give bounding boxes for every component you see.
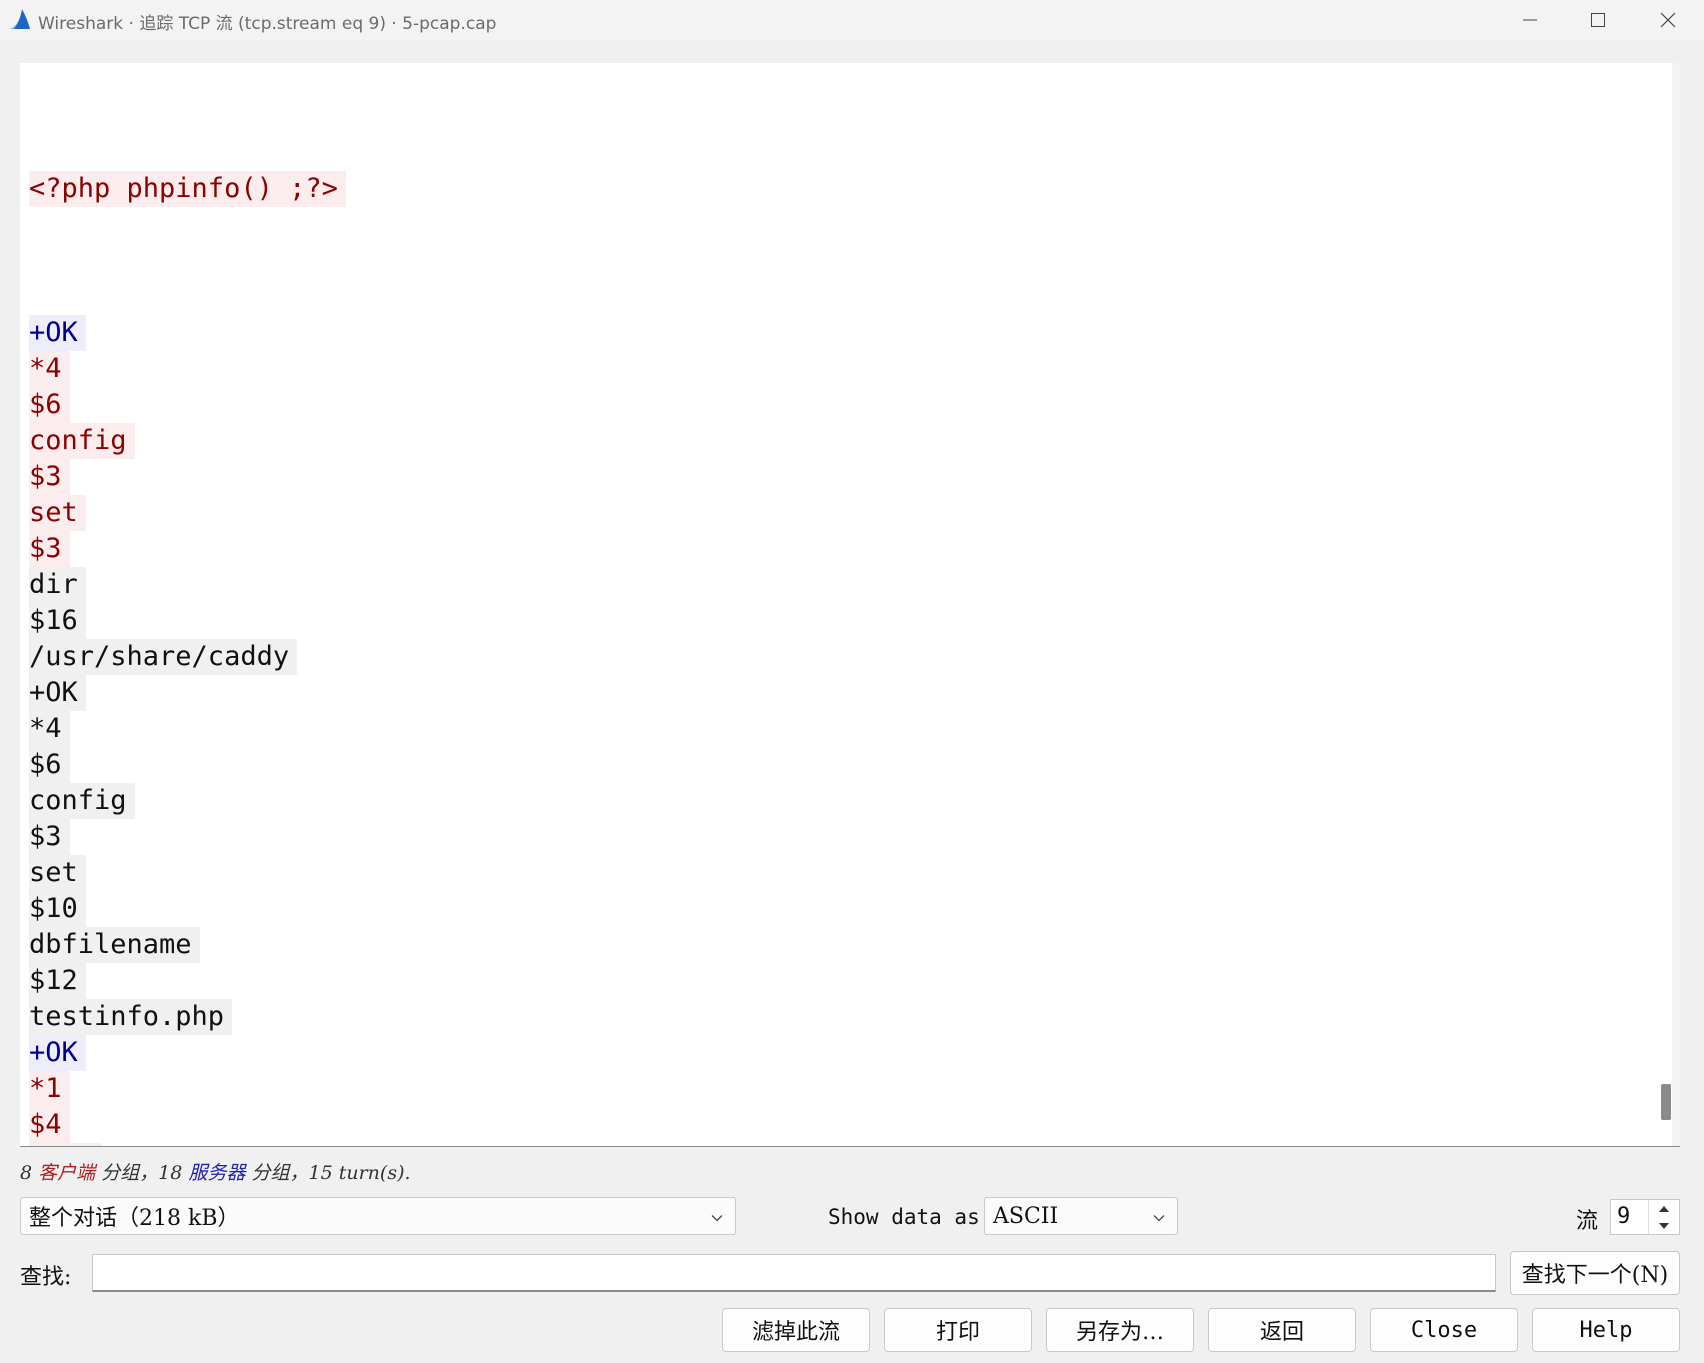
stream-line-client: <?php phpinfo() ;?>: [29, 171, 346, 207]
stream-line-text: $16: [29, 603, 86, 639]
stream-text-area[interactable]: <?php phpinfo() ;?> +OK *4 $6 config $3 set $3 d…: [20, 63, 1680, 1147]
stream-line-text: config: [29, 783, 135, 819]
stream-line-plain: $12: [29, 963, 346, 999]
find-input[interactable]: [92, 1254, 1496, 1292]
vertical-scrollbar[interactable]: [1672, 63, 1680, 1146]
stream-line-text: set: [29, 495, 86, 531]
stream-line-text: $4: [29, 1107, 70, 1143]
caret-down-icon: [1659, 1222, 1669, 1229]
stream-blank-line: [29, 135, 346, 171]
stream-line-text: set: [29, 855, 86, 891]
stream-number-label: 流: [1576, 1209, 1599, 1234]
spin-down-button[interactable]: [1649, 1217, 1679, 1234]
stream-line-client: *4: [29, 351, 346, 387]
close-button[interactable]: Close: [1370, 1308, 1518, 1352]
wireshark-fin-icon: [8, 7, 32, 31]
stream-line-text: +OK: [29, 315, 86, 351]
stream-line-text: testinfo.php: [29, 999, 233, 1035]
stream-line-text: <?php phpinfo() ;?>: [29, 171, 346, 207]
stream-line-text: $3: [29, 459, 70, 495]
stream-line-text: *4: [29, 351, 70, 387]
stream-stats: 8 客户端 分组，18 服务器 分组，15 turn(s).: [20, 1158, 411, 1185]
stream-line-client: $4: [29, 1107, 346, 1143]
stream-line-plain: $16: [29, 603, 346, 639]
print-button[interactable]: 打印: [884, 1308, 1032, 1352]
close-window-button[interactable]: [1634, 0, 1702, 40]
stream-number-spinbox[interactable]: 9: [1610, 1199, 1680, 1235]
stream-line-server: +OK: [29, 315, 346, 351]
stream-line-text: /usr/share/caddy: [29, 639, 298, 675]
stream-blank-line: [29, 207, 346, 243]
stream-blank-line: [29, 243, 346, 279]
save-as-button[interactable]: 另存为…: [1046, 1308, 1194, 1352]
stream-line-client: *1: [29, 1071, 346, 1107]
show-data-as-select[interactable]: ASCII: [984, 1197, 1178, 1235]
stream-line-text: $3: [29, 531, 70, 567]
stream-line-plain: dir: [29, 567, 346, 603]
conversation-select-value: 整个对话（218 kB）: [29, 1206, 240, 1231]
stream-line-plain: /usr/share/caddy: [29, 639, 346, 675]
stats-tail-text: 分组，15 turn(s).: [251, 1162, 411, 1184]
stream-line-plain: dbfilename: [29, 927, 346, 963]
stream-line-plain: $10: [29, 891, 346, 927]
stream-line-text: $10: [29, 891, 86, 927]
filter-out-stream-button[interactable]: 滤掉此流: [722, 1308, 870, 1352]
stream-line-plain: $3: [29, 819, 346, 855]
scrollbar-thumb[interactable]: [1661, 1084, 1671, 1120]
stream-line-client: $3: [29, 459, 346, 495]
show-data-as-label: Show data as: [828, 1205, 980, 1229]
stream-line-plain: testinfo.php: [29, 999, 346, 1035]
stream-line-plain: *4: [29, 711, 346, 747]
spin-up-button[interactable]: [1649, 1200, 1679, 1217]
chevron-down-icon: [711, 1204, 723, 1229]
stream-line-text: dir: [29, 567, 86, 603]
stream-line-plain: $6: [29, 747, 346, 783]
stream-lines: <?php phpinfo() ;?> +OK *4 $6 config $3 set $3 d…: [29, 135, 346, 1146]
stream-line-client: $6: [29, 387, 346, 423]
maximize-icon: [1591, 13, 1605, 27]
stream-line-text: $6: [29, 747, 70, 783]
stream-line-client: config: [29, 423, 346, 459]
close-icon: [1660, 12, 1676, 28]
stream-number-value[interactable]: 9: [1617, 1204, 1630, 1229]
stream-line-server: +OK: [29, 1035, 346, 1071]
stream-line-text: +OK: [29, 1035, 86, 1071]
stream-line-text: $3: [29, 819, 70, 855]
server-label: 服务器: [188, 1162, 246, 1184]
window-title: Wireshark · 追踪 TCP 流 (tcp.stream eq 9) ·…: [38, 14, 497, 34]
stats-mid-text: 分组，18: [101, 1162, 183, 1184]
stream-line-text: +OK: [29, 675, 86, 711]
back-button[interactable]: 返回: [1208, 1308, 1356, 1352]
title-bar: Wireshark · 追踪 TCP 流 (tcp.stream eq 9) ·…: [0, 0, 1704, 40]
client-packet-count: 8: [20, 1162, 33, 1184]
stream-line-text: $6: [29, 387, 70, 423]
client-label: 客户端: [38, 1162, 96, 1184]
stream-line-text: config: [29, 423, 135, 459]
stream-line-text: $12: [29, 963, 86, 999]
stream-line-text: save: [29, 1143, 103, 1146]
caret-up-icon: [1659, 1205, 1669, 1212]
stream-blank-line: [29, 279, 346, 315]
stream-line-plain: set: [29, 855, 346, 891]
find-label: 查找:: [20, 1265, 72, 1290]
chevron-down-icon: [1153, 1204, 1165, 1229]
stream-line-client: $3: [29, 531, 346, 567]
stream-line-client: save: [29, 1143, 346, 1146]
minimize-button[interactable]: [1496, 0, 1564, 40]
minimize-icon: [1523, 19, 1537, 21]
help-button[interactable]: Help: [1532, 1308, 1680, 1352]
stream-line-plain: config: [29, 783, 346, 819]
stream-line-client: set: [29, 495, 346, 531]
find-next-button[interactable]: 查找下一个(N): [1510, 1251, 1680, 1295]
stream-line-plain: +OK: [29, 675, 346, 711]
stream-line-text: *4: [29, 711, 70, 747]
stream-line-text: *1: [29, 1071, 70, 1107]
maximize-button[interactable]: [1564, 0, 1632, 40]
show-data-as-value: ASCII: [993, 1203, 1059, 1229]
conversation-select[interactable]: 整个对话（218 kB）: [20, 1197, 736, 1235]
stream-line-text: dbfilename: [29, 927, 200, 963]
